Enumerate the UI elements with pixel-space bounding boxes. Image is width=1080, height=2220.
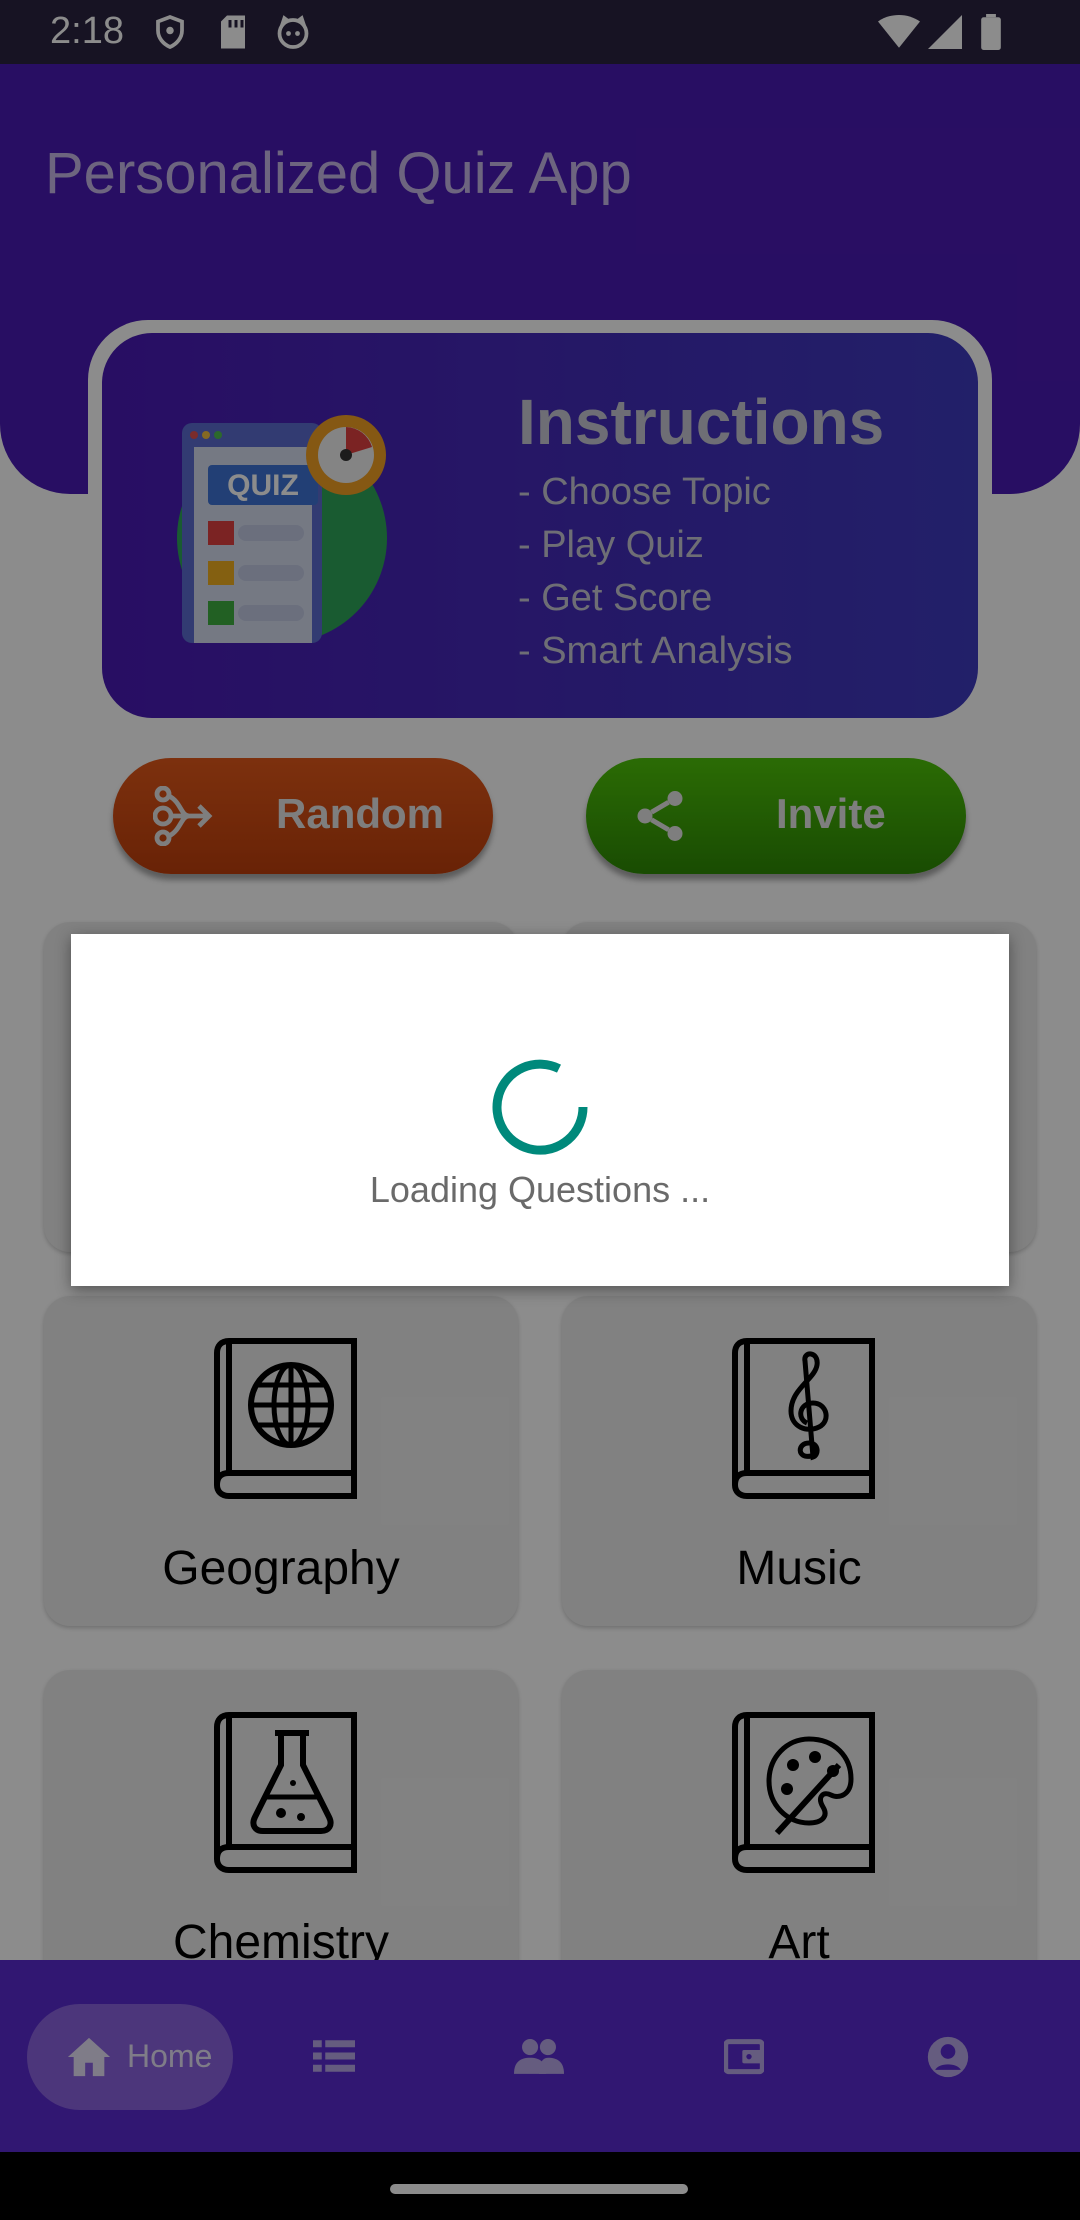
loading-message: Loading Questions ... (369, 1169, 711, 1210)
loading-spinner-icon (492, 1059, 588, 1155)
loading-dialog: Loading Questions ... (71, 934, 1009, 1286)
